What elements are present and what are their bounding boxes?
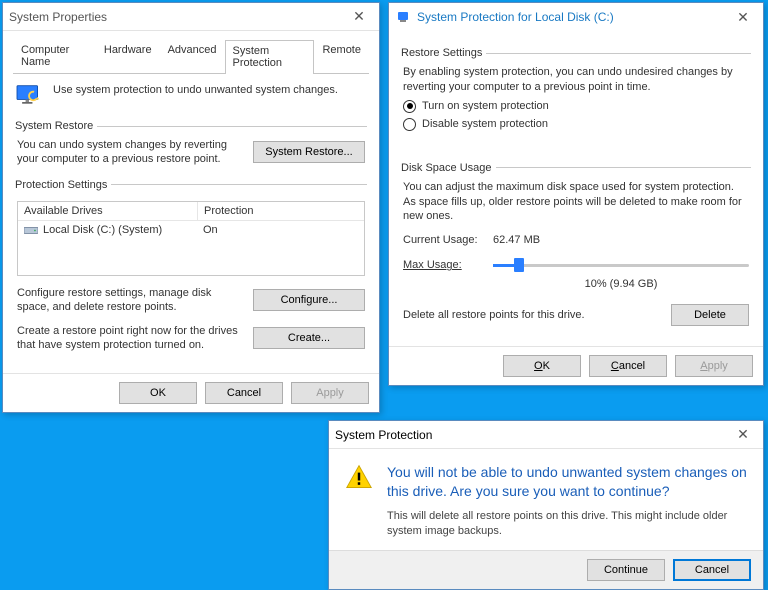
radio-turn-on-label: Turn on system protection <box>422 100 549 112</box>
drive-table: Available Drives Protection Local Disk (… <box>17 201 365 276</box>
restore-settings-text: By enabling system protection, you can u… <box>403 65 749 95</box>
delete-restore-text: Delete all restore points for this drive… <box>403 309 585 321</box>
configure-button[interactable]: Configure... <box>253 289 365 311</box>
max-usage-value: 10% (9.94 GB) <box>493 278 749 290</box>
protection-settings-legend: Protection Settings <box>15 179 111 191</box>
disk-usage-text: You can adjust the maximum disk space us… <box>403 180 749 225</box>
ok-button[interactable]: OK <box>119 382 197 404</box>
sysprops-intro: Use system protection to undo unwanted s… <box>53 84 338 96</box>
col-protection[interactable]: Protection <box>198 202 364 220</box>
system-restore-button[interactable]: System Restore... <box>253 141 365 163</box>
delete-button[interactable]: Delete <box>671 304 749 326</box>
cancel-button[interactable]: Cancel <box>205 382 283 404</box>
tab-system-protection[interactable]: System Protection <box>225 40 315 74</box>
current-usage-value: 62.47 MB <box>493 234 749 246</box>
radio-disable[interactable]: Disable system protection <box>403 118 749 131</box>
close-icon[interactable]: ✕ <box>345 8 373 25</box>
continue-button[interactable]: Continue <box>587 559 665 581</box>
ok-button[interactable]: OK <box>503 355 581 377</box>
confirm-titlebar: System Protection ✕ <box>329 421 763 449</box>
system-restore-legend: System Restore <box>15 120 97 132</box>
radio-turn-on[interactable]: Turn on system protection <box>403 100 749 113</box>
system-protection-icon <box>15 84 43 108</box>
tab-advanced[interactable]: Advanced <box>160 39 225 73</box>
max-usage-label: Max Usage: <box>403 259 493 271</box>
configure-text: Configure restore settings, manage disk … <box>17 286 245 315</box>
confirm-title: System Protection <box>335 428 729 442</box>
cancel-button[interactable]: Cancel <box>673 559 751 581</box>
current-usage-label: Current Usage: <box>403 234 493 246</box>
restore-settings-legend: Restore Settings <box>401 47 486 59</box>
apply-button[interactable]: Apply <box>675 355 753 377</box>
protection-settings-group: Protection Settings Available Drives Pro… <box>15 179 367 357</box>
tab-computer-name[interactable]: Computer Name <box>13 39 96 73</box>
spdlg-titlebar: System Protection for Local Disk (C:) ✕ <box>389 3 763 31</box>
sysprops-tabs: Computer Name Hardware Advanced System P… <box>13 39 369 74</box>
close-icon[interactable]: ✕ <box>729 9 757 26</box>
system-restore-group: System Restore You can undo system chang… <box>15 120 367 171</box>
close-icon[interactable]: ✕ <box>729 426 757 443</box>
sysprops-titlebar: System Properties ✕ <box>3 3 379 31</box>
tab-remote[interactable]: Remote <box>314 39 369 73</box>
radio-icon <box>403 118 416 131</box>
drive-name: Local Disk (C:) (System) <box>43 224 162 236</box>
shield-icon <box>395 9 411 25</box>
create-text: Create a restore point right now for the… <box>17 324 245 353</box>
spdlg-title: System Protection for Local Disk (C:) <box>417 10 729 24</box>
restore-settings-group: Restore Settings By enabling system prot… <box>401 47 751 140</box>
confirm-headline: You will not be able to undo unwanted sy… <box>387 463 747 501</box>
sysprops-title: System Properties <box>9 10 345 24</box>
radio-icon <box>403 100 416 113</box>
warning-icon <box>345 463 373 491</box>
disk-space-usage-group: Disk Space Usage You can adjust the maxi… <box>401 162 751 331</box>
create-button[interactable]: Create... <box>253 327 365 349</box>
col-available-drives[interactable]: Available Drives <box>18 202 198 220</box>
system-restore-text: You can undo system changes by reverting… <box>17 138 245 167</box>
drive-status: On <box>203 224 218 236</box>
cancel-button[interactable]: Cancel <box>589 355 667 377</box>
tab-hardware[interactable]: Hardware <box>96 39 160 73</box>
max-usage-slider[interactable] <box>493 256 749 274</box>
radio-disable-label: Disable system protection <box>422 118 548 130</box>
drive-icon <box>24 224 38 236</box>
apply-button[interactable]: Apply <box>291 382 369 404</box>
confirm-subtext: This will delete all restore points on t… <box>387 509 747 539</box>
disk-space-usage-legend: Disk Space Usage <box>401 162 496 174</box>
table-row[interactable]: Local Disk (C:) (System) On <box>18 221 364 239</box>
